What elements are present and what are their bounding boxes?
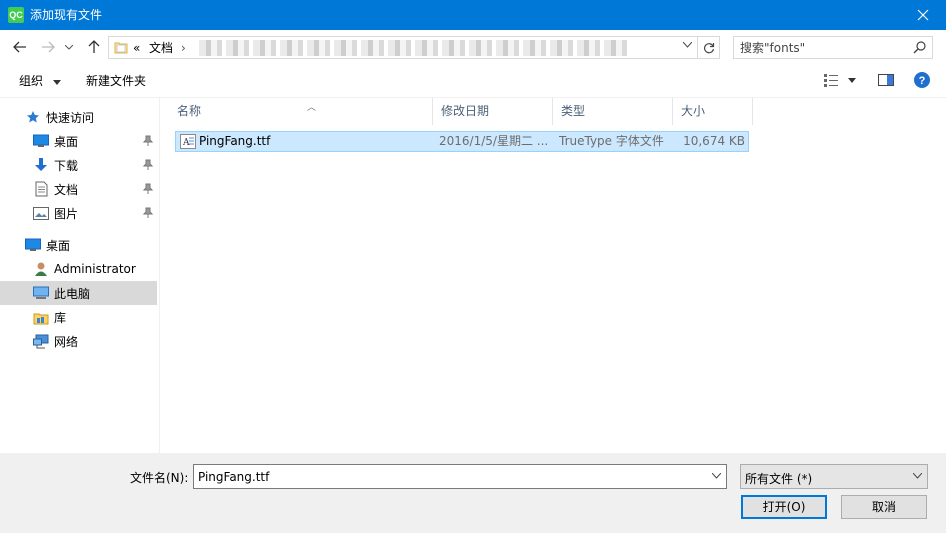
title-bar: QC 添加现有文件 [0, 0, 946, 30]
sidebar-item-label: 文档 [54, 182, 79, 197]
sidebar-item-label: 图片 [54, 206, 79, 221]
sidebar-item-desktop-pinned[interactable]: 桌面 [0, 129, 157, 153]
sidebar-item-label: Administrator [54, 262, 136, 276]
sidebar-item-administrator[interactable]: Administrator [0, 257, 157, 281]
close-button[interactable] [900, 0, 946, 30]
chevron-down-icon[interactable] [683, 42, 692, 48]
breadcrumb-documents[interactable]: 文档 [149, 41, 173, 55]
sidebar-item-label: 桌面 [46, 238, 71, 253]
breadcrumb-separator[interactable]: › [181, 41, 186, 55]
filename-label: 文件名(N): [130, 471, 189, 485]
filetype-value: 所有文件 (*) [745, 472, 813, 486]
network-icon [32, 332, 50, 350]
sort-ascending-icon: ︿ [307, 103, 317, 113]
sidebar-item-network[interactable]: 网络 [0, 329, 157, 353]
chevron-down-icon [65, 44, 73, 50]
sidebar-item-downloads[interactable]: 下载 [0, 153, 157, 177]
breadcrumb-redacted-path [199, 40, 629, 56]
column-header-size[interactable]: 大小 [673, 98, 753, 125]
help-icon: ? [914, 72, 930, 88]
sidebar-item-label: 网络 [54, 334, 79, 349]
sidebar-item-label: 下载 [54, 158, 79, 173]
preview-pane-button[interactable] [878, 73, 894, 90]
new-folder-button[interactable]: 新建文件夹 [86, 74, 146, 88]
pin-icon[interactable] [143, 183, 153, 195]
back-button[interactable] [9, 36, 31, 58]
file-list: 名称 ︿ 修改日期 类型 大小 A PingFang.ttf 2016/1/5/… [160, 98, 946, 453]
window-title: 添加现有文件 [30, 8, 103, 22]
star-icon [24, 108, 42, 126]
sidebar-item-documents[interactable]: 文档 [0, 177, 157, 201]
forward-button[interactable] [37, 36, 59, 58]
up-button[interactable] [83, 36, 105, 58]
sidebar-item-label: 此电脑 [54, 286, 91, 301]
filename-combobox[interactable] [193, 464, 727, 489]
arrow-right-icon [42, 41, 55, 53]
close-icon [917, 9, 929, 21]
document-icon [32, 180, 50, 198]
file-type: TrueType 字体文件 [559, 134, 664, 148]
font-file-icon: A [180, 134, 196, 149]
sidebar-item-label: 快速访问 [46, 110, 95, 125]
organize-button[interactable]: 组织 [19, 74, 61, 88]
cancel-button[interactable]: 取消 [841, 495, 927, 519]
desktop-icon [24, 236, 42, 254]
navigation-pane: 快速访问 桌面 下载 文档 图片 桌面 Administrator 此电脑 库 … [0, 98, 160, 453]
filename-input[interactable] [198, 469, 698, 484]
view-options-button[interactable] [823, 73, 857, 90]
folder-icon [114, 42, 128, 54]
download-icon [32, 156, 50, 174]
computer-icon [32, 284, 50, 302]
details-view-icon [824, 74, 856, 87]
chevron-down-icon [913, 473, 922, 479]
arrow-up-icon [88, 40, 100, 53]
user-icon [32, 260, 50, 278]
library-icon [32, 308, 50, 326]
refresh-button[interactable] [698, 36, 720, 59]
pin-icon[interactable] [143, 159, 153, 171]
refresh-icon [703, 42, 714, 53]
recent-locations-button[interactable] [62, 36, 76, 58]
file-name: PingFang.ttf [199, 134, 271, 148]
qt-creator-app-icon: QC [8, 7, 24, 23]
address-bar[interactable]: « 文档 › [108, 36, 698, 59]
chevron-down-icon[interactable] [712, 473, 721, 479]
sidebar-item-library[interactable]: 库 [0, 305, 157, 329]
svg-text:?: ? [919, 75, 926, 87]
sidebar-item-pictures[interactable]: 图片 [0, 201, 157, 225]
preview-pane-icon [878, 74, 894, 86]
sidebar-item-desktop[interactable]: 桌面 [0, 233, 157, 257]
column-header-type[interactable]: 类型 [553, 98, 673, 125]
search-icon [913, 41, 926, 54]
open-button[interactable]: 打开(O) [741, 495, 827, 519]
pictures-icon [32, 204, 50, 222]
navigation-bar: « 文档 › [0, 30, 946, 64]
caret-down-icon [52, 80, 61, 85]
desktop-icon [32, 132, 50, 150]
table-row[interactable]: A PingFang.ttf 2016/1/5/星期二 ... TrueType… [175, 131, 749, 152]
sidebar-item-this-pc[interactable]: 此电脑 [0, 281, 157, 305]
help-button[interactable]: ? [914, 72, 930, 91]
filetype-select[interactable]: 所有文件 (*) [740, 464, 928, 489]
column-header-name[interactable]: 名称 ︿ [169, 98, 433, 125]
file-modified: 2016/1/5/星期二 ... [439, 134, 549, 148]
breadcrumb-overflow[interactable]: « [133, 41, 140, 55]
column-header-label: 名称 [177, 104, 202, 118]
dialog-footer: 文件名(N): 所有文件 (*) 打开(O) 取消 [0, 453, 946, 533]
column-header-modified[interactable]: 修改日期 [433, 98, 553, 125]
sidebar-item-quick-access[interactable]: 快速访问 [0, 105, 157, 129]
arrow-left-icon [13, 41, 26, 53]
command-toolbar: 组织 新建文件夹 ? [0, 64, 946, 98]
sidebar-item-label: 库 [54, 310, 67, 325]
search-input[interactable] [740, 40, 908, 55]
search-box[interactable] [733, 36, 933, 59]
organize-label: 组织 [19, 74, 44, 88]
file-size: 10,674 KB [683, 134, 745, 148]
pin-icon[interactable] [143, 135, 153, 147]
sidebar-item-label: 桌面 [54, 134, 79, 149]
svg-text:A: A [182, 138, 190, 148]
pin-icon[interactable] [143, 207, 153, 219]
